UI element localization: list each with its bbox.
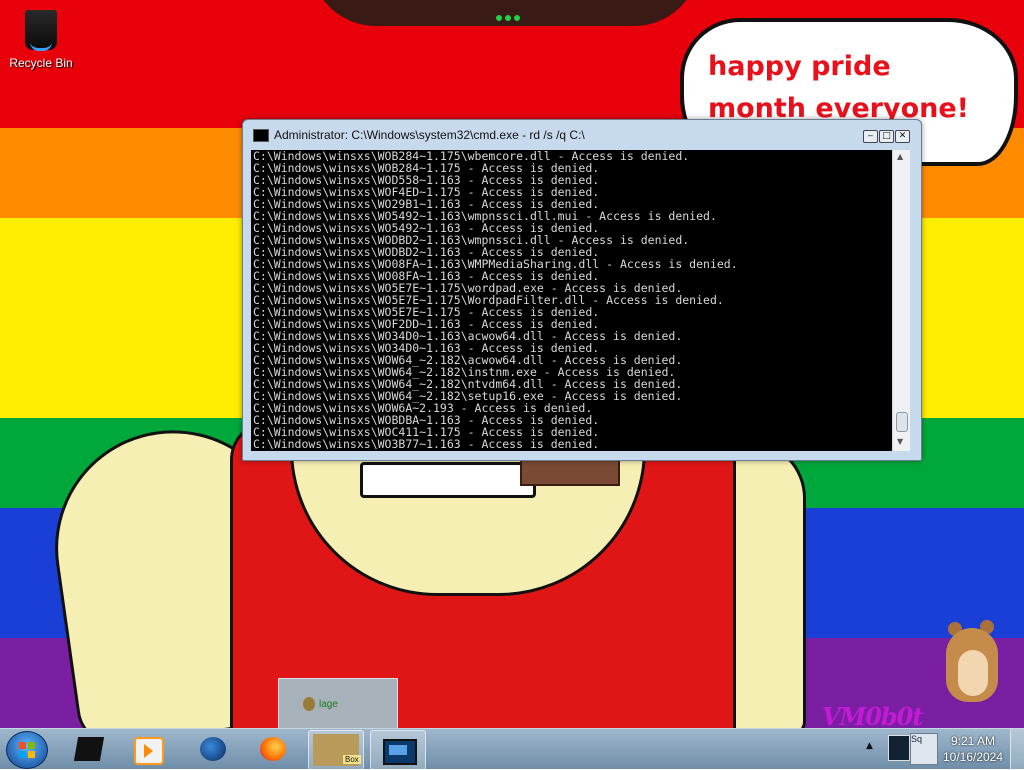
speech-bubble-text: happy pride month everyone! [708,51,969,124]
cmd-window-icon [253,129,269,142]
taskbar-item-hamster-box[interactable]: Box [308,730,364,770]
globe-icon [200,737,226,761]
computer-icon [73,737,105,761]
start-button[interactable] [6,731,48,769]
taskbar-item-globe[interactable] [186,730,240,768]
cartoon-teeth [360,462,536,498]
firefox-icon [260,737,286,761]
media-player-icon [134,737,164,765]
cmd-icon [383,739,417,765]
scrollbar-thumb[interactable] [896,412,908,432]
clock[interactable]: 9:21 AM 10/16/2024 [940,733,1006,765]
console-lines: C:\Windows\winsxs\WOB284~1.175\wbemcore.… [251,150,892,450]
taskbar-item-media-player[interactable] [120,730,174,768]
cartoon-head-dots [496,6,526,21]
scroll-down-arrow-icon[interactable]: ▼ [897,437,903,446]
windows-logo-icon [19,742,35,758]
tray-expand-arrow-icon[interactable]: ▲ [866,741,873,751]
recycle-bin-icon [22,6,60,51]
network-icon[interactable] [888,735,910,761]
console-output[interactable]: C:\Windows\winsxs\WOB284~1.175\wbemcore.… [251,150,892,451]
taskbar-item-computer[interactable] [62,730,116,768]
minimize-button[interactable]: ‒ [863,130,878,143]
hamster-box-icon: Box [313,734,361,766]
console-line: C:\Windows\winsxs\WO3B77~1.163 - Access … [253,437,600,451]
recycle-bin-label: Recycle Bin [9,56,73,70]
scroll-up-arrow-icon[interactable]: ▲ [897,152,903,161]
taskbar-item-firefox[interactable] [246,730,300,768]
close-button[interactable]: ✕ [895,130,910,143]
cmd-window-title: Administrator: C:\Windows\system32\cmd.e… [274,128,585,142]
taskbar: Box ▲ Sq 9:21 AM 10/16/2024 [0,728,1024,770]
hamster-box-label: Box [343,755,361,764]
tray-app-icon[interactable]: Sq [910,733,938,765]
watermark-text: VM0b0t [822,702,923,731]
console-scrollbar[interactable]: ▲ ▼ [893,150,910,451]
clock-time: 9:21 AM [950,734,996,748]
show-desktop-button[interactable] [1010,729,1024,769]
recycle-bin-shortcut[interactable]: Recycle Bin [4,4,78,76]
thumbnail-label: lage [319,699,338,710]
maximize-button[interactable]: □ [879,130,894,143]
cmd-window[interactable]: Administrator: C:\Windows\system32\cmd.e… [242,119,922,461]
hamster-image [940,608,1006,706]
taskbar-item-cmd[interactable] [370,730,426,770]
clock-date: 10/16/2024 [942,750,1004,764]
cmd-titlebar[interactable]: Administrator: C:\Windows\system32\cmd.e… [243,120,921,150]
hamster-thumbnail-icon [303,697,315,711]
taskbar-thumbnail-preview[interactable]: lage [278,678,398,730]
